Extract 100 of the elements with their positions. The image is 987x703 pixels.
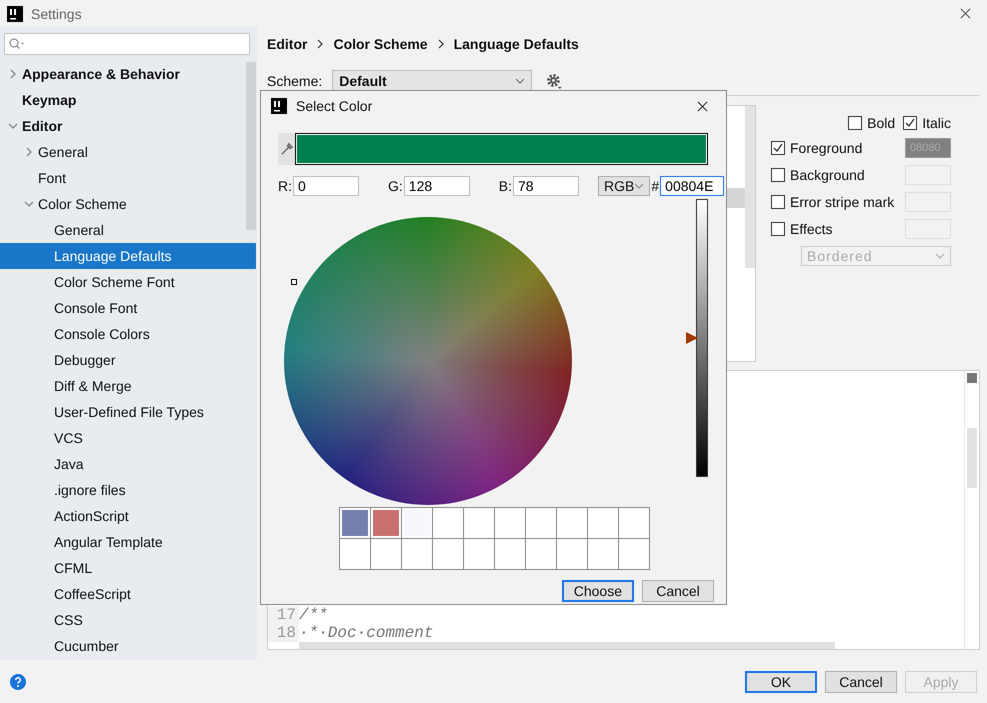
tree-item[interactable]: Editor <box>0 113 244 139</box>
scheme-dropdown[interactable]: Default <box>332 70 532 92</box>
app-logo-icon <box>271 98 287 114</box>
channel-label: R: <box>278 178 292 194</box>
checkbox[interactable]: Italic <box>903 115 951 131</box>
checkbox[interactable]: Foreground <box>771 140 862 156</box>
tree-item[interactable]: Language Defaults <box>0 243 256 269</box>
channel-field[interactable]: 128 <box>404 176 470 196</box>
tree-item[interactable]: Java <box>0 451 244 477</box>
tree-item[interactable]: Color Scheme <box>0 191 244 217</box>
breadcrumb-item: Editor <box>267 36 308 52</box>
tree-item[interactable]: User-Defined File Types <box>0 399 244 425</box>
help-icon[interactable] <box>10 674 26 690</box>
tree-item[interactable]: Console Colors <box>0 321 244 347</box>
recent-color-swatch[interactable] <box>526 508 557 539</box>
tree-item[interactable]: CFML <box>0 555 244 581</box>
recent-color-swatch[interactable] <box>495 539 526 570</box>
recent-color-swatch[interactable] <box>340 539 371 570</box>
recent-color-swatch[interactable] <box>371 539 402 570</box>
code-line: ·*·Doc·comment <box>299 624 434 642</box>
app-logo-icon <box>7 6 23 22</box>
chevron-down-icon[interactable] <box>8 121 18 131</box>
dialog-button[interactable]: Cancel <box>825 670 897 692</box>
recent-color-swatch[interactable] <box>464 508 495 539</box>
chevron-down-icon[interactable] <box>24 199 34 209</box>
tree-item[interactable]: Cucumber <box>0 633 244 659</box>
channel-field[interactable]: 0 <box>293 176 359 196</box>
dialog-button[interactable]: OK <box>745 670 817 692</box>
breadcrumb-item: Color Scheme <box>333 36 428 52</box>
scrollbar-thumb[interactable] <box>967 428 977 488</box>
recent-color-swatch[interactable] <box>557 539 588 570</box>
tree-item[interactable]: Diff & Merge <box>0 373 244 399</box>
chevron-down-icon <box>515 76 526 86</box>
tree-item[interactable]: Keymap <box>0 87 244 113</box>
tree-item[interactable]: VCS <box>0 425 244 451</box>
window-title: Settings <box>31 6 82 22</box>
dialog-button[interactable]: Choose <box>562 580 634 602</box>
recent-color-swatch[interactable] <box>557 508 588 539</box>
search-field[interactable] <box>4 33 250 55</box>
recent-color-swatch[interactable] <box>464 539 495 570</box>
recent-color-swatch[interactable] <box>526 539 557 570</box>
tree-item[interactable]: .ignore files <box>0 477 244 503</box>
search-icon <box>9 38 25 50</box>
scheme-label: Scheme: <box>267 73 322 89</box>
recent-color-swatch[interactable] <box>340 508 371 539</box>
line-number: 17 <box>268 606 299 624</box>
recent-color-swatch[interactable] <box>619 508 650 539</box>
recent-color-swatch[interactable] <box>433 539 464 570</box>
breadcrumb-item: Language Defaults <box>454 36 579 52</box>
recent-color-swatch[interactable] <box>588 508 619 539</box>
channel-label: B: <box>498 178 512 194</box>
recent-color-swatch[interactable] <box>495 508 526 539</box>
hash-label: # <box>651 178 660 194</box>
code-line: /** <box>299 606 328 624</box>
tree-item[interactable]: General <box>0 139 244 165</box>
tree-item[interactable]: ActionScript <box>0 503 244 529</box>
tree-item[interactable]: Color Scheme Font <box>0 269 244 295</box>
tree-item[interactable]: CSS <box>0 607 244 633</box>
scrollbar-thumb[interactable] <box>246 62 256 230</box>
recent-color-swatch[interactable] <box>371 508 402 539</box>
tree-item[interactable]: Appearance & Behavior <box>0 61 244 87</box>
checkbox[interactable]: Error stripe mark <box>771 194 894 210</box>
mode-dropdown[interactable]: RGB <box>598 176 650 196</box>
recent-color-swatch[interactable] <box>402 508 433 539</box>
chevron-down-icon <box>935 251 945 261</box>
check-icon <box>772 142 784 154</box>
tree-item[interactable]: Angular Template <box>0 529 244 555</box>
chevron-down-icon <box>634 181 644 191</box>
line-number: 18 <box>268 624 299 642</box>
eyedropper-button[interactable] <box>278 133 295 165</box>
chevron-right-icon <box>438 39 444 49</box>
checkbox[interactable]: Effects <box>771 221 833 237</box>
recent-color-swatch[interactable] <box>402 539 433 570</box>
tree-item[interactable]: Font <box>0 165 244 191</box>
scrollbar-button[interactable] <box>967 373 977 383</box>
tree-item[interactable]: CoffeeScript <box>0 581 244 607</box>
check-icon <box>904 117 916 129</box>
checkbox[interactable]: Background <box>771 167 865 183</box>
tree-item[interactable]: Debugger <box>0 347 244 373</box>
gear-icon[interactable] <box>546 72 564 90</box>
wheel-handle[interactable] <box>291 279 297 285</box>
tree-item[interactable]: General <box>0 217 244 243</box>
recent-color-swatch[interactable] <box>619 539 650 570</box>
channel-field[interactable]: 78 <box>513 176 580 196</box>
slider-thumb-icon[interactable] <box>686 332 698 344</box>
dialog-button[interactable]: Cancel <box>642 580 714 602</box>
tree-item[interactable]: Console Font <box>0 295 244 321</box>
chevron-right-icon[interactable] <box>8 69 18 79</box>
channel-label: G: <box>388 178 403 194</box>
eyedropper-icon <box>280 142 294 156</box>
scrollbar-thumb[interactable] <box>299 642 835 649</box>
recent-color-swatch[interactable] <box>433 508 464 539</box>
close-icon[interactable] <box>697 100 708 112</box>
checkbox[interactable]: Bold <box>848 115 896 131</box>
chevron-right-icon[interactable] <box>24 147 34 157</box>
chevron-right-icon <box>317 39 324 49</box>
close-icon[interactable] <box>960 8 971 19</box>
hex-field[interactable]: 00804E <box>660 176 724 196</box>
brightness-slider[interactable] <box>686 199 708 477</box>
recent-color-swatch[interactable] <box>588 539 619 570</box>
